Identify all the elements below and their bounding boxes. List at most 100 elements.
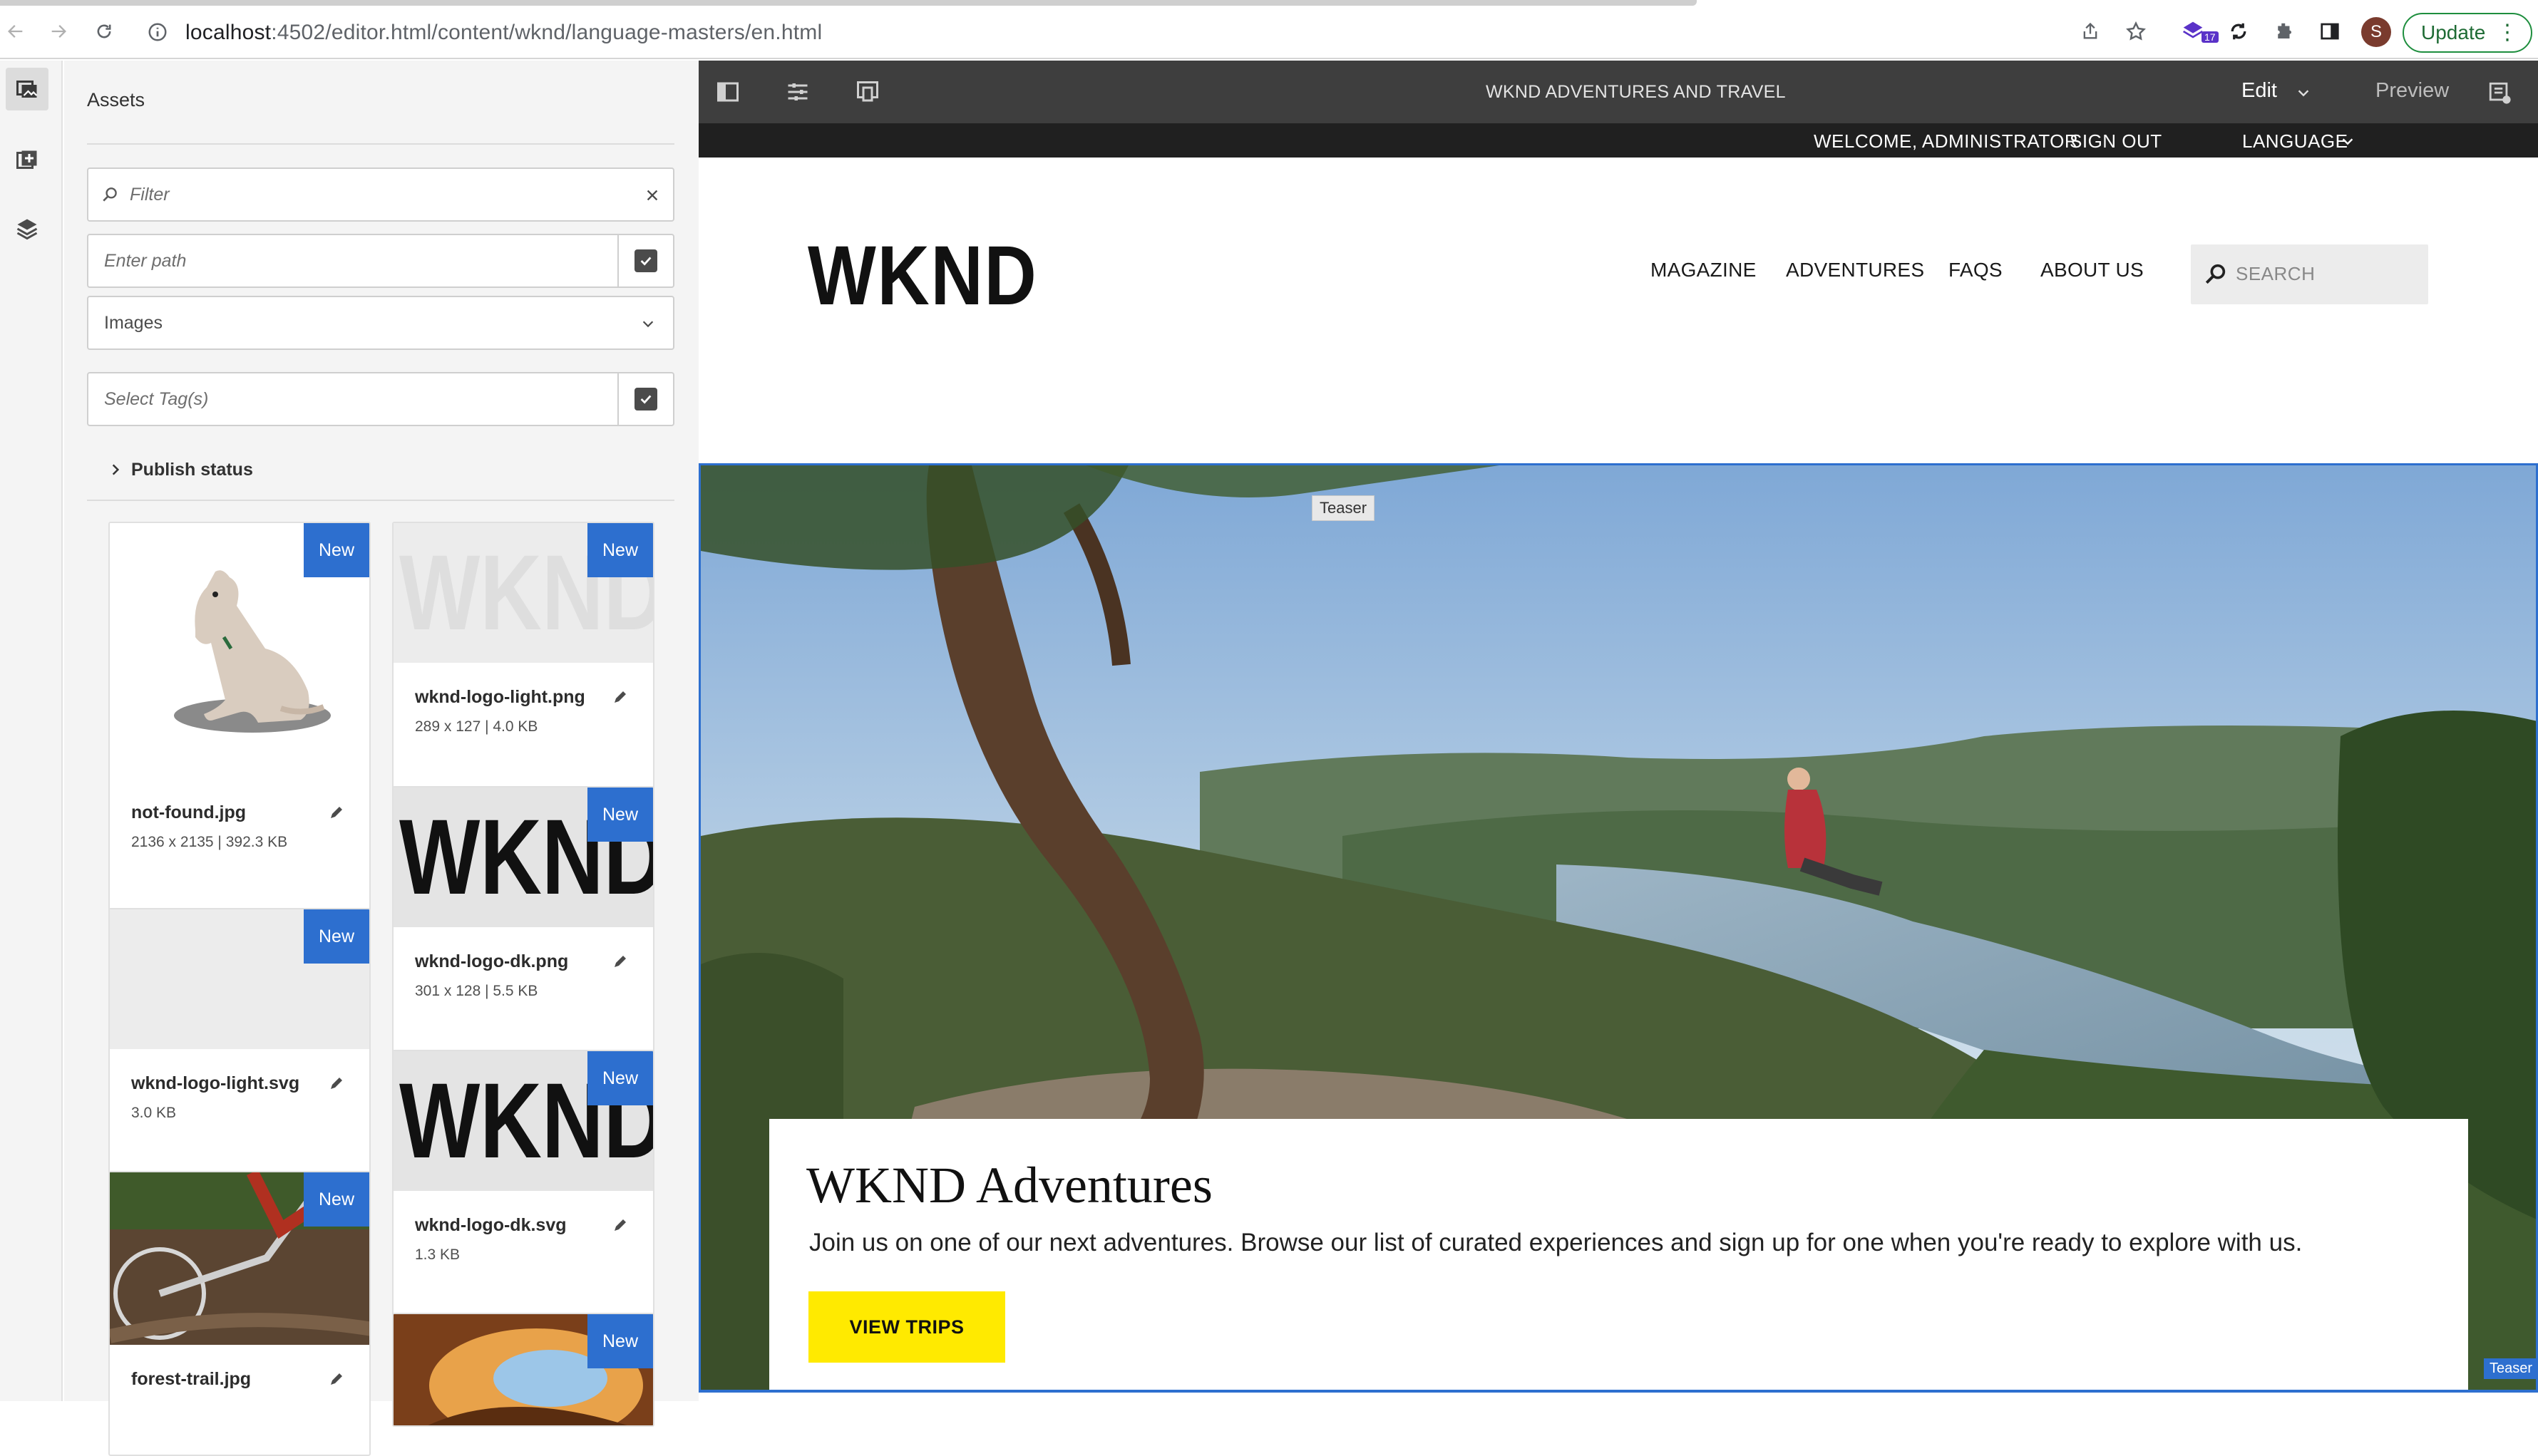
nav-adventures[interactable]: ADVENTURES — [1786, 259, 1924, 282]
forward-icon[interactable] — [46, 19, 71, 44]
mode-selector[interactable]: Edit — [2241, 79, 2277, 103]
asset-card[interactable]: New forest-trail.jpg — [108, 1171, 371, 1456]
tags-browse-button[interactable] — [617, 372, 673, 426]
search-placeholder: SEARCH — [2236, 263, 2316, 284]
tab-strip — [0, 0, 1697, 6]
new-badge: New — [304, 909, 369, 964]
pencil-icon[interactable] — [612, 1217, 629, 1234]
teaser-component-tag: Teaser — [2483, 1358, 2538, 1379]
asset-card[interactable]: WKND New wknd-logo-dk.png 301 x 128 | 5.… — [392, 786, 654, 1085]
chevron-right-icon — [108, 463, 123, 477]
asset-name: wknd-logo-light.png — [415, 687, 585, 707]
asset-meta: 301 x 128 | 5.5 KB — [415, 983, 538, 999]
back-icon[interactable] — [3, 19, 29, 44]
divider — [87, 500, 674, 501]
filter-input[interactable]: Filter — [87, 167, 674, 222]
sync-icon[interactable] — [2226, 19, 2251, 44]
editor-toolbar: WKND ADVENTURES AND TRAVEL Edit Preview — [699, 61, 2538, 123]
new-badge: New — [587, 1051, 653, 1105]
sign-out-link[interactable]: SIGN OUT — [2070, 130, 2162, 153]
chevron-down-icon[interactable] — [2296, 85, 2311, 100]
assets-tab-icon[interactable] — [6, 68, 48, 110]
site-info-icon[interactable] — [147, 21, 168, 43]
url-text: localhost:4502/editor.html/content/wknd/… — [185, 21, 823, 44]
annotations-icon[interactable] — [2487, 81, 2512, 105]
site-search-input[interactable]: SEARCH — [2191, 244, 2428, 304]
clear-icon[interactable] — [644, 187, 660, 203]
teaser-description: Join us on one of our next adventures. B… — [809, 1229, 2303, 1256]
pencil-icon[interactable] — [328, 804, 345, 821]
more-menu-icon[interactable]: ⋮ — [2497, 22, 2518, 43]
search-icon — [101, 185, 120, 204]
update-label: Update — [2421, 21, 2486, 43]
asset-card[interactable]: New wknd-logo-light.svg 3.0 KB — [108, 908, 371, 1193]
asset-meta: 3.0 KB — [131, 1105, 177, 1121]
browser-toolbar: localhost:4502/editor.html/content/wknd/… — [0, 0, 2538, 59]
pencil-icon[interactable] — [328, 1370, 345, 1388]
nav-magazine[interactable]: MAGAZINE — [1650, 259, 1757, 282]
language-menu[interactable]: LANGUAGE — [2242, 130, 2348, 153]
asset-meta: 1.3 KB — [415, 1246, 461, 1263]
asset-meta: 289 x 127 | 4.0 KB — [415, 718, 538, 735]
new-badge: New — [587, 523, 653, 577]
publish-status-toggle[interactable]: Publish status — [87, 450, 674, 492]
page-canvas: WELCOME, ADMINISTRATOR SIGN OUT LANGUAGE… — [699, 123, 2538, 1401]
bookmark-star-icon[interactable] — [2123, 19, 2149, 44]
content-tree-tab-icon[interactable] — [6, 207, 48, 250]
new-badge: New — [304, 523, 369, 577]
chevron-down-icon — [640, 316, 656, 331]
panel-title: Assets — [87, 89, 145, 110]
asset-card[interactable]: New not-found.jpg 2136 x 2135 | 392.3 KB — [108, 522, 371, 948]
teaser-overlay-label: Teaser — [1312, 495, 1375, 521]
site-logo[interactable]: WKND — [808, 234, 1038, 318]
extension-badge: 17 — [2202, 31, 2219, 43]
tags-placeholder: Select Tag(s) — [104, 389, 209, 409]
divider — [87, 143, 674, 145]
utility-bar: WELCOME, ADMINISTRATOR SIGN OUT LANGUAGE — [699, 123, 2538, 158]
asset-card[interactable]: WKND New wknd-logo-dk.svg 1.3 KB — [392, 1050, 654, 1349]
components-tab-icon[interactable] — [6, 139, 48, 182]
asset-card[interactable]: New — [392, 1313, 654, 1427]
path-field[interactable]: Enter path — [87, 234, 674, 288]
emulator-icon[interactable] — [854, 79, 881, 105]
profile-avatar[interactable]: S — [2361, 17, 2391, 47]
new-badge: New — [587, 1314, 653, 1368]
teaser-title: WKND Adventures — [806, 1157, 1213, 1214]
asset-type-value: Images — [104, 313, 163, 333]
page-properties-icon[interactable] — [784, 79, 811, 105]
asset-name: not-found.jpg — [131, 802, 247, 822]
search-icon — [2204, 262, 2228, 286]
nav-about-us[interactable]: ABOUT US — [2040, 259, 2144, 282]
publish-status-label: Publish status — [131, 460, 253, 480]
pencil-icon[interactable] — [328, 1075, 345, 1092]
filter-placeholder: Filter — [130, 185, 170, 205]
path-placeholder: Enter path — [104, 251, 187, 271]
share-icon[interactable] — [2077, 19, 2103, 44]
update-button[interactable]: Update ⋮ — [2403, 13, 2532, 53]
tags-field[interactable]: Select Tag(s) — [87, 372, 674, 426]
asset-name: forest-trail.jpg — [131, 1369, 252, 1389]
side-panel-icon[interactable] — [2317, 19, 2343, 44]
path-browse-button[interactable] — [617, 234, 673, 288]
new-badge: New — [587, 788, 653, 842]
teaser-content: WKND Adventures Join us on one of our ne… — [769, 1119, 2468, 1390]
pencil-icon[interactable] — [612, 688, 629, 706]
asset-card[interactable]: WKND New wknd-logo-light.png 289 x 127 |… — [392, 522, 654, 821]
asset-type-select[interactable]: Images — [87, 296, 674, 350]
reload-icon[interactable] — [91, 19, 117, 44]
checkbox-icon — [634, 388, 657, 411]
asset-name: wknd-logo-light.svg — [131, 1073, 300, 1093]
preview-button[interactable]: Preview — [2375, 79, 2449, 103]
chevron-down-icon[interactable] — [2340, 133, 2355, 149]
asset-name: wknd-logo-dk.png — [415, 951, 569, 971]
view-trips-button[interactable]: VIEW TRIPS — [808, 1291, 1005, 1363]
toggle-side-panel-icon[interactable] — [714, 79, 741, 105]
address-bar[interactable]: localhost:4502/editor.html/content/wknd/… — [135, 11, 2167, 55]
asset-name: wknd-logo-dk.svg — [415, 1215, 567, 1235]
extensions-puzzle-icon[interactable] — [2271, 19, 2297, 44]
nav-faqs[interactable]: FAQS — [1948, 259, 2003, 282]
side-rail — [0, 61, 63, 1401]
pencil-icon[interactable] — [612, 953, 629, 970]
new-badge: New — [304, 1172, 369, 1227]
asset-meta: 2136 x 2135 | 392.3 KB — [131, 834, 288, 850]
